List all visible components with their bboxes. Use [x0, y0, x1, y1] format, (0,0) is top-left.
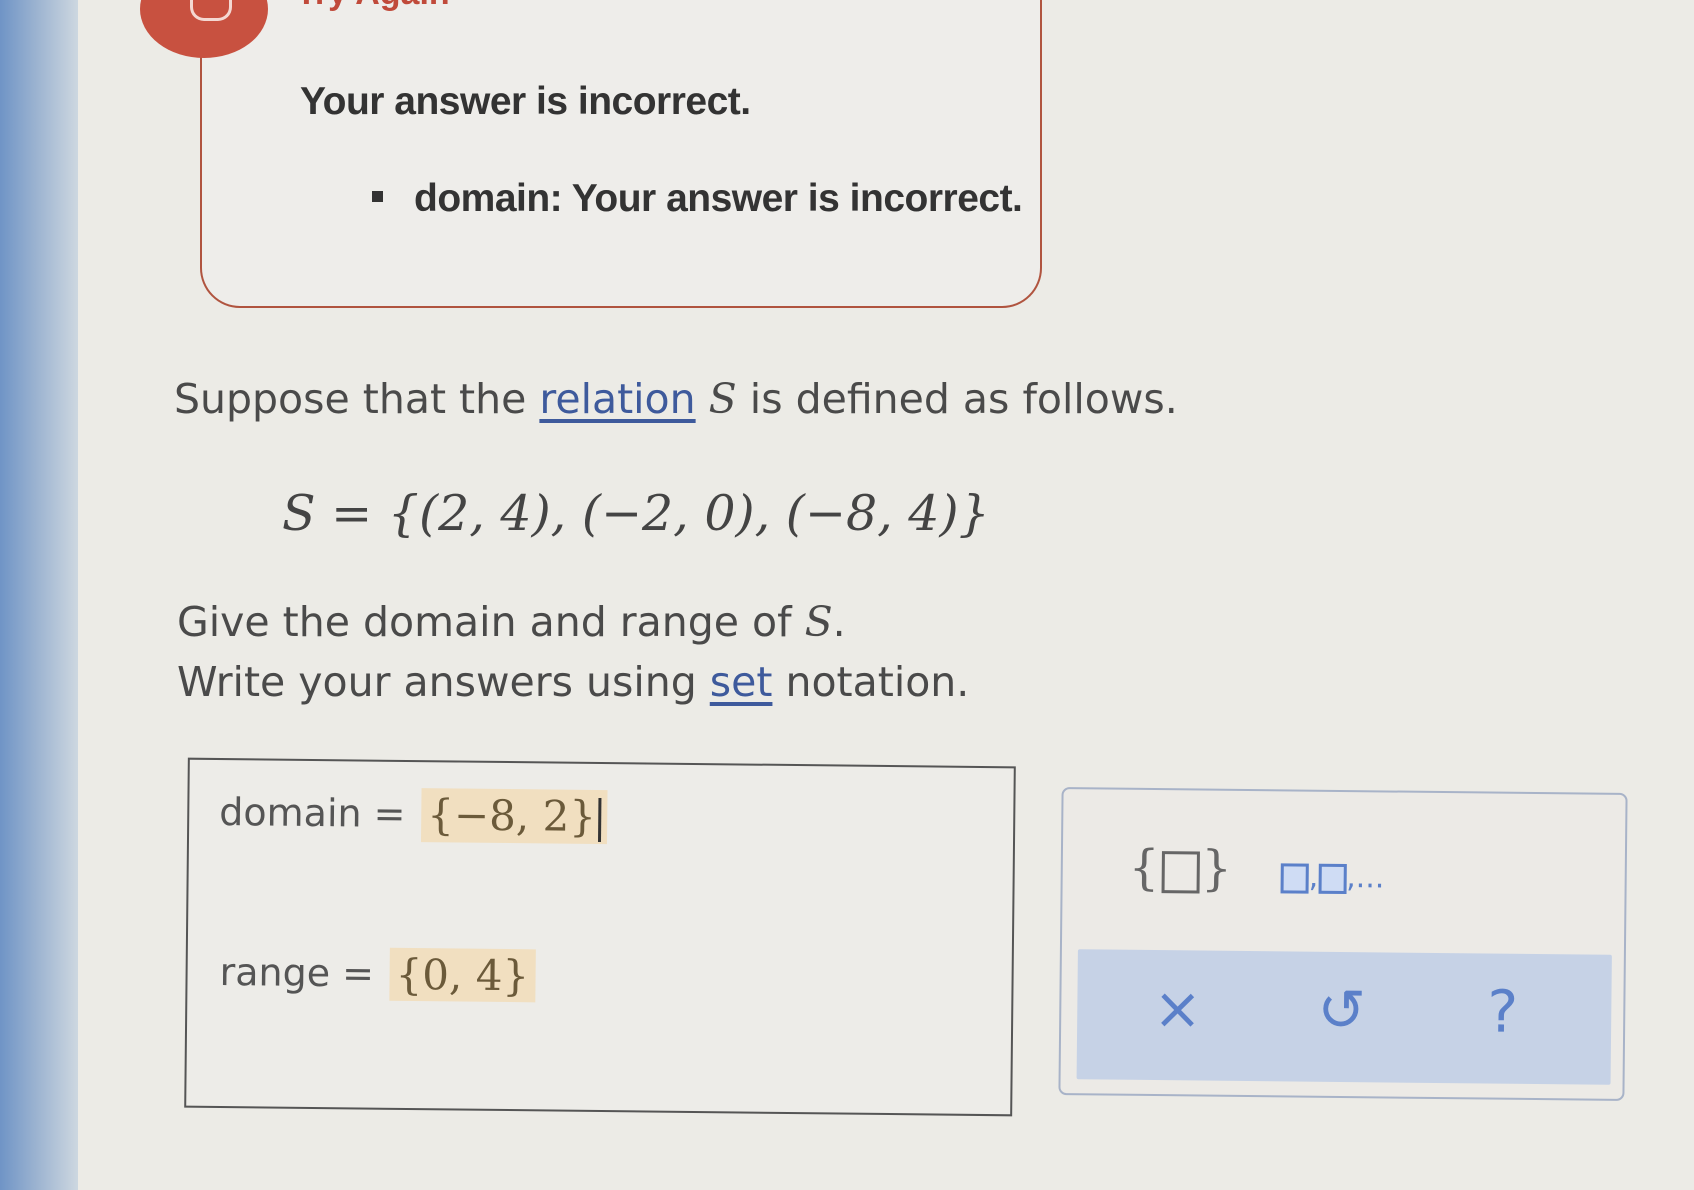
left-sidebar-rail — [0, 0, 78, 1190]
question-text-1: Give the domain and range of — [177, 598, 805, 646]
intro-text-end: is defined as follows. — [736, 375, 1178, 423]
domain-input[interactable]: {−8, 2} — [420, 788, 608, 845]
question-symbol: S — [804, 598, 833, 646]
undo-icon[interactable]: ↺ — [1317, 976, 1366, 1045]
brace-open: { — [1128, 839, 1160, 897]
answer-box: domain = {−8, 2} range = {0, 4} — [184, 757, 1016, 1117]
range-input[interactable]: {0, 4} — [389, 947, 536, 1003]
action-bar: × ↺ ? — [1076, 949, 1612, 1085]
relation-symbol: S — [708, 375, 737, 423]
set-definition: S = {(2, 4), (−2, 0), (−8, 4)} — [282, 485, 990, 542]
question-line-2: Write your answers using set notation. — [177, 658, 969, 706]
problem-intro: Suppose that the relation S is defined a… — [174, 375, 1178, 423]
list-ellipsis: ,... — [1346, 860, 1385, 896]
question-text-2-end: notation. — [772, 658, 970, 706]
intro-text-start: Suppose that the — [174, 375, 540, 423]
bullet-icon — [372, 191, 383, 202]
text-cursor — [597, 797, 602, 843]
feedback-item: domain: Your answer is incorrect. — [414, 177, 1023, 220]
list-comma: , — [1308, 859, 1319, 895]
question-period: . — [832, 598, 846, 646]
question-line-1: Give the domain and range of S. — [177, 598, 846, 646]
list-button[interactable]: ,,... — [1280, 859, 1385, 896]
feedback-title: Try Again — [296, 0, 450, 13]
list-box-icon — [1318, 863, 1347, 894]
feedback-message: Your answer is incorrect. — [300, 80, 751, 123]
speech-bubble-icon — [190, 0, 232, 21]
domain-input-text: {−8, 2} — [427, 790, 597, 841]
feedback-panel — [200, 0, 1042, 308]
range-label: range = — [219, 950, 375, 996]
set-placeholder-icon — [1161, 850, 1200, 893]
question-text-2: Write your answers using — [177, 658, 710, 706]
clear-button[interactable]: × — [1153, 974, 1202, 1043]
list-box-icon — [1280, 862, 1309, 894]
math-keypad: {} ,,... × ↺ ? — [1058, 787, 1628, 1101]
help-button[interactable]: ? — [1487, 978, 1519, 1046]
set-link[interactable]: set — [710, 658, 773, 706]
set-braces-button[interactable]: {} — [1128, 840, 1232, 897]
domain-label: domain = — [219, 790, 406, 836]
brace-close: } — [1201, 840, 1233, 897]
relation-link[interactable]: relation — [539, 375, 695, 423]
